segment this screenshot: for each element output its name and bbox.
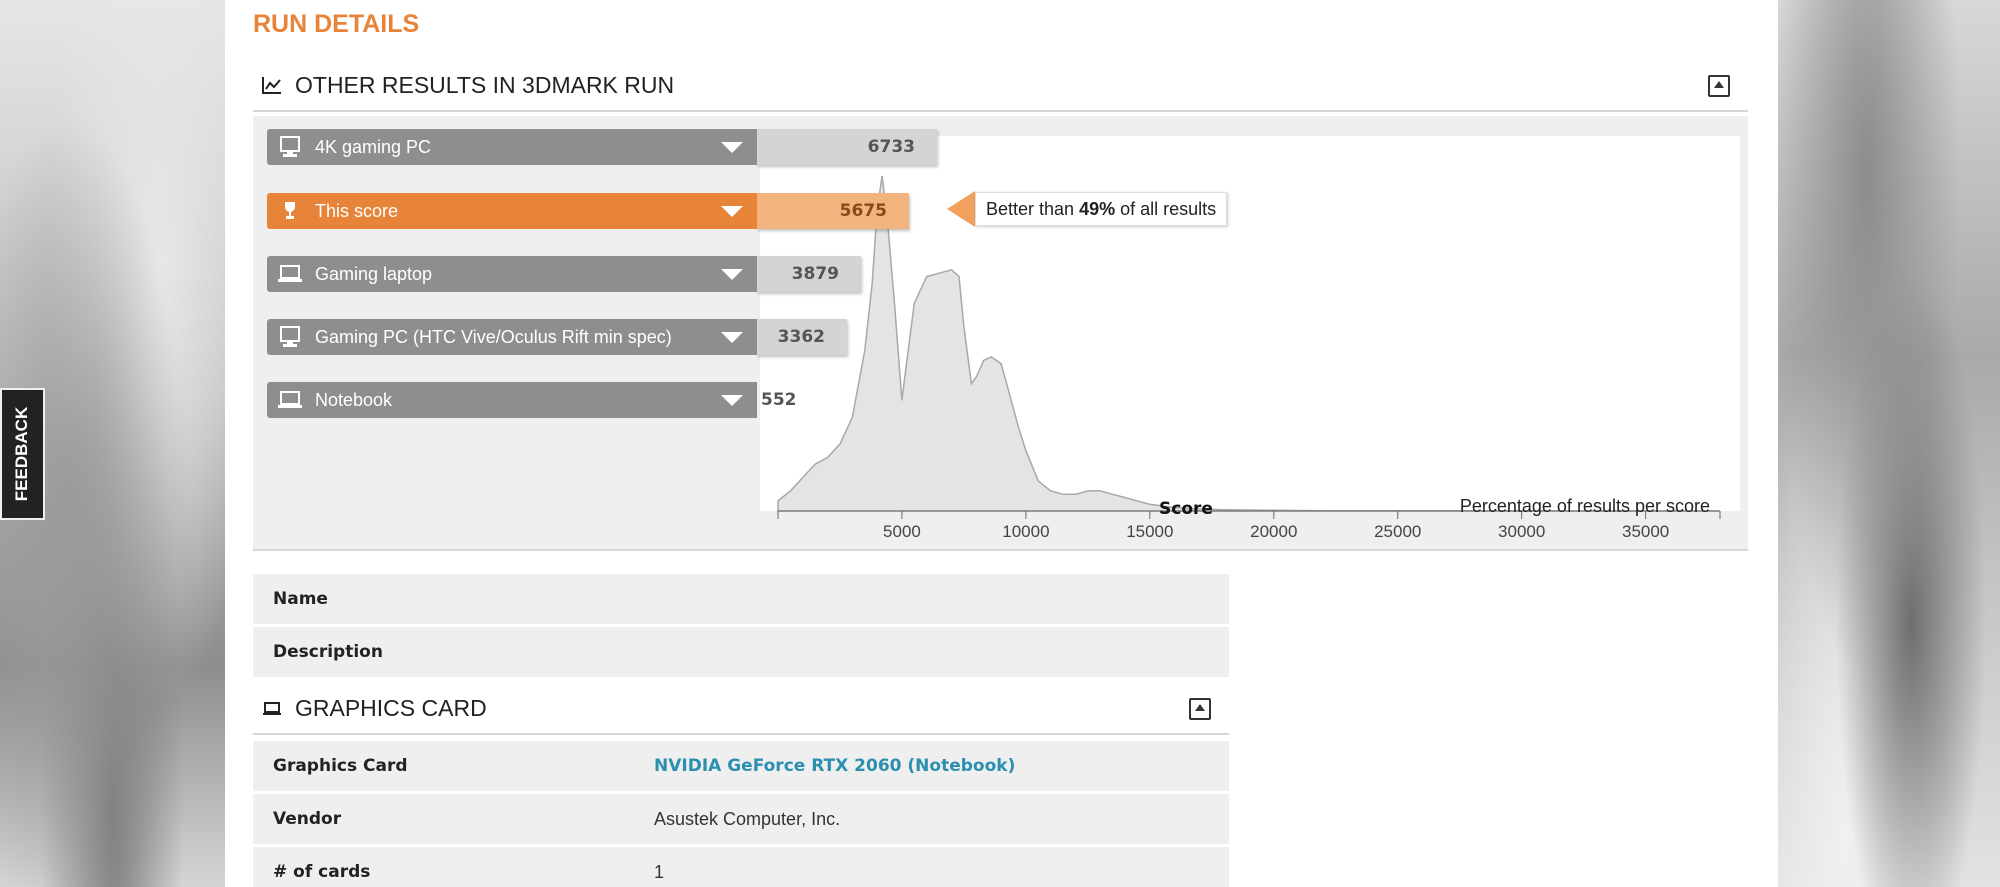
result-row[interactable]: 4K gaming PC 6733 <box>267 129 937 165</box>
trophy-icon <box>285 202 295 219</box>
result-row-label-box[interactable]: Gaming laptop <box>267 256 757 292</box>
result-row[interactable]: Gaming PC (HTC Vive/Oculus Rift min spec… <box>267 319 847 355</box>
x-tick-label: 35000 <box>1622 522 1669 541</box>
laptop-icon <box>278 391 302 408</box>
result-row-label: Notebook <box>315 389 393 410</box>
gpu-row-card-count: # of cards 1 <box>253 847 1229 887</box>
chevron-down-icon[interactable] <box>721 269 743 280</box>
tooltip-prefix: Better than <box>986 198 1075 219</box>
card-count-key: # of cards <box>273 862 371 882</box>
background-right <box>1778 0 2000 887</box>
result-row-label-box[interactable]: Gaming PC (HTC Vive/Oculus Rift min spec… <box>267 319 757 355</box>
graphics-card-title: GRAPHICS CARD <box>295 694 487 721</box>
result-row-label-box[interactable]: Notebook <box>267 382 757 418</box>
result-score: 3362 <box>757 319 847 355</box>
results-chart-area: 5000 10000 15000 20000 25000 30000 35000 Score… <box>253 116 1748 551</box>
desktop-icon <box>280 326 300 347</box>
result-score: 552 <box>761 390 797 410</box>
vendor-key: Vendor <box>273 809 342 829</box>
line-chart-icon <box>262 77 281 94</box>
x-tick-label: 5000 <box>883 522 921 541</box>
result-row-label: Gaming PC (HTC Vive/Oculus Rift min spec… <box>315 326 672 347</box>
desktop-icon <box>280 136 300 157</box>
x-axis-label: Score <box>1159 499 1213 519</box>
x-tick-label: 20000 <box>1250 522 1297 541</box>
result-row-label: 4K gaming PC <box>315 136 432 157</box>
result-row-label-box[interactable]: 4K gaming PC <box>267 129 757 165</box>
gpu-row-graphics-card: Graphics Card NVIDIA GeForce RTX 2060 (N… <box>253 741 1229 791</box>
gpu-link[interactable]: NVIDIA GeForce RTX 2060 (Notebook) <box>654 756 1015 776</box>
y-axis-label: Percentage of results per score <box>1460 496 1710 516</box>
percentile-tooltip: Better than 49% of all results <box>947 191 1228 227</box>
feedback-label: FEEDBACK <box>12 406 32 502</box>
result-row-label: This score <box>315 200 399 221</box>
tooltip-percent: 49% <box>1079 198 1116 219</box>
x-tick-label: 15000 <box>1126 522 1173 541</box>
result-row[interactable]: Gaming laptop 3879 <box>267 256 861 292</box>
info-row-name: Name <box>253 574 1229 624</box>
distribution-area <box>777 175 1720 512</box>
result-row[interactable]: This score 5675 <box>267 193 909 229</box>
graphics-card-header: GRAPHICS CARD <box>253 683 1229 735</box>
chevron-down-icon[interactable] <box>721 142 743 153</box>
run-info-table: Name Description <box>253 574 1229 680</box>
run-details-title: RUN DETAILS <box>253 10 420 38</box>
collapse-other-results-button[interactable] <box>1708 75 1730 97</box>
result-score: 5675 <box>757 193 909 229</box>
chevron-down-icon[interactable] <box>721 206 743 217</box>
chevron-down-icon[interactable] <box>721 332 743 343</box>
main-content: RUN DETAILS OTHER RESULTS IN 3DMARK RUN … <box>225 0 1778 887</box>
result-score: 6733 <box>757 129 937 165</box>
other-results-header: OTHER RESULTS IN 3DMARK RUN <box>253 60 1748 112</box>
laptop-icon <box>278 265 302 282</box>
gpu-key: Graphics Card <box>273 756 408 776</box>
result-score: 3879 <box>757 256 861 292</box>
info-key-name: Name <box>273 589 328 609</box>
other-results-title: OTHER RESULTS IN 3DMARK RUN <box>295 71 675 98</box>
feedback-tab[interactable]: FEEDBACK <box>0 388 45 520</box>
x-tick-label: 25000 <box>1374 522 1421 541</box>
collapse-graphics-card-button[interactable] <box>1189 698 1211 720</box>
tooltip-suffix: of all results <box>1120 198 1217 219</box>
vendor-value: Asustek Computer, Inc. <box>654 808 841 829</box>
result-row-label: Gaming laptop <box>315 263 433 284</box>
result-row-label-box[interactable]: This score <box>267 193 757 229</box>
graphics-card-table: Graphics Card NVIDIA GeForce RTX 2060 (N… <box>253 741 1229 887</box>
x-tick-label: 30000 <box>1498 522 1545 541</box>
chevron-down-icon[interactable] <box>721 395 743 406</box>
result-row[interactable]: Notebook 552 <box>267 382 797 418</box>
card-count-value: 1 <box>654 861 665 882</box>
laptop-icon <box>263 702 281 715</box>
info-key-description: Description <box>273 642 383 662</box>
tooltip-arrow <box>947 191 975 227</box>
gpu-row-vendor: Vendor Asustek Computer, Inc. <box>253 794 1229 844</box>
info-row-description: Description <box>253 627 1229 677</box>
x-tick-label: 10000 <box>1002 522 1049 541</box>
tooltip-box: Better than 49% of all results <box>975 192 1228 226</box>
